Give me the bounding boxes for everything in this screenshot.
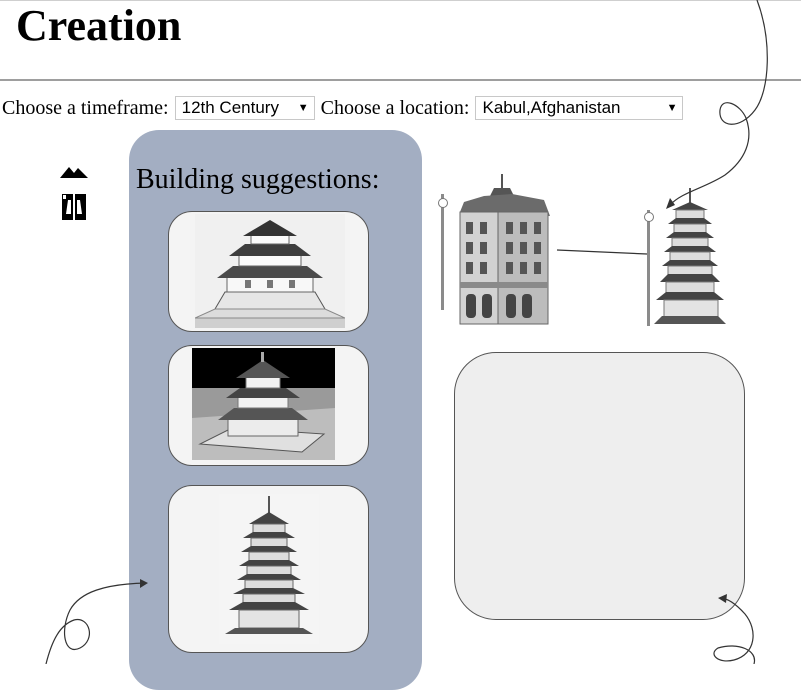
height-slider[interactable] <box>647 210 650 326</box>
building-canvas[interactable] <box>436 172 756 342</box>
tall-pagoda-icon <box>219 494 319 644</box>
location-select[interactable]: Kabul,Afghanistan ▼ <box>475 96 684 120</box>
suggestions-heading: Building suggestions: <box>136 164 380 195</box>
timeframe-label: Choose a timeframe: <box>2 96 169 119</box>
pagoda-tower-icon[interactable] <box>654 188 726 330</box>
preview-box[interactable] <box>454 352 745 620</box>
pagoda-temple-icon <box>192 348 335 460</box>
tool-icons <box>58 160 90 222</box>
page-title: Creation <box>16 1 182 50</box>
title-divider <box>0 79 801 81</box>
dropdown-arrow-icon: ▼ <box>666 102 678 114</box>
height-slider[interactable] <box>441 194 444 310</box>
timeframe-select[interactable]: 12th Century ▼ <box>174 96 315 120</box>
japanese-castle-icon <box>195 214 345 328</box>
mountain-icon[interactable] <box>58 160 90 190</box>
dropdown-arrow-icon: ▼ <box>297 102 309 114</box>
location-value: Kabul,Afghanistan <box>482 98 621 117</box>
slider-thumb[interactable] <box>438 198 448 208</box>
timeframe-value: 12th Century <box>181 98 279 117</box>
suggestions-panel: Building suggestions: <box>129 130 422 690</box>
european-townhouse-icon[interactable] <box>454 172 554 332</box>
slider-thumb[interactable] <box>644 212 654 222</box>
suggestion-card[interactable] <box>168 485 369 653</box>
flip-icon[interactable] <box>58 190 90 222</box>
suggestion-card[interactable] <box>168 211 369 332</box>
location-label: Choose a location: <box>320 96 470 119</box>
suggestion-card[interactable] <box>168 345 369 466</box>
controls-bar: Choose a timeframe: 12th Century ▼ Choos… <box>2 95 689 121</box>
